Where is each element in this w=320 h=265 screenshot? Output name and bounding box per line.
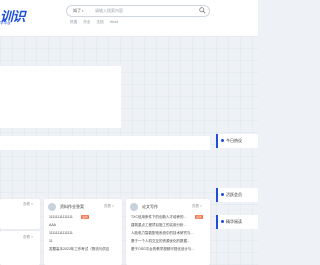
dot-icon [221,139,224,142]
list-item[interactable]: 11 [49,239,119,243]
hot-link[interactable]: 热搜 [70,20,77,24]
side-tab-label: 活跃会员 [226,192,242,197]
side-tab-featured[interactable]: 精华阅读 [216,215,258,229]
search-icon[interactable] [199,7,206,14]
card-title[interactable]: 资料作业答案 [60,204,84,210]
more-link[interactable]: 查看 > [192,204,202,209]
list-item[interactable]: 基于OSG平台的教学视频可视化设计与... [131,247,207,252]
top-header: 训识 学平台 知了 ▾ 请输入搜索内容 热搜 作业 文档 Word [0,0,258,36]
list-item[interactable]: TXC信用条件下的创新人才培养的... [131,215,193,220]
dot-icon [221,220,224,223]
homework-card: 资料作业答案 查看 > 11111111111111 最新 AAA 111111… [44,199,122,265]
search-scope-select[interactable]: 知了 [73,8,81,14]
hot-link[interactable]: Word [110,20,119,24]
list-item[interactable]: 人脸电力智能配电系统中的技术研究与... [131,231,207,236]
left-card-bottom: 查看 > [0,231,40,265]
card-title[interactable]: 论文写作 [142,204,158,210]
side-tab-label: 今日热议 [226,138,242,143]
avatar [130,203,138,211]
section-strip [0,136,210,150]
search-bar[interactable]: 知了 ▾ 请输入搜索内容 [66,5,210,17]
essay-card: 论文写作 查看 > TXC信用条件下的创新人才培养的... 最新 建筑重点工程项… [126,199,210,265]
avatar [48,203,56,211]
left-card-top: 查看 > [0,199,40,229]
hot-link[interactable]: 文档 [96,20,103,24]
list-item[interactable]: 建筑重点工程项目施工的实用分析... [131,223,207,228]
list-item[interactable]: AAA [49,223,119,227]
hot-search-links: 热搜 作业 文档 Word [70,20,123,25]
new-badge: 最新 [81,215,90,219]
side-tab-hot[interactable]: 今日热议 [216,134,258,148]
chevron-down-icon[interactable]: ▾ [82,9,84,13]
list-item[interactable]: 11111111111111 [49,231,119,235]
new-badge: 最新 [195,215,204,219]
banner-panel[interactable] [0,66,121,128]
more-link[interactable]: 查看 > [104,204,114,209]
logo-subtitle: 学平台 [0,21,11,25]
search-input[interactable]: 请输入搜索内容 [95,8,123,14]
list-item[interactable]: 基于一个人机交互的资源优化的数据... [131,239,207,244]
more-link[interactable]: 查看 > [23,235,33,240]
dot-icon [221,193,224,196]
side-tab-label: 精华阅读 [226,219,242,224]
side-tab-members[interactable]: 活跃会员 [216,188,258,202]
hot-link[interactable]: 作业 [83,20,90,24]
list-item[interactable]: 11111111111111 [49,215,79,219]
list-item[interactable]: 答题高手2023年工作考试（物流与供应 [49,247,119,252]
more-link[interactable]: 查看 > [23,202,33,207]
